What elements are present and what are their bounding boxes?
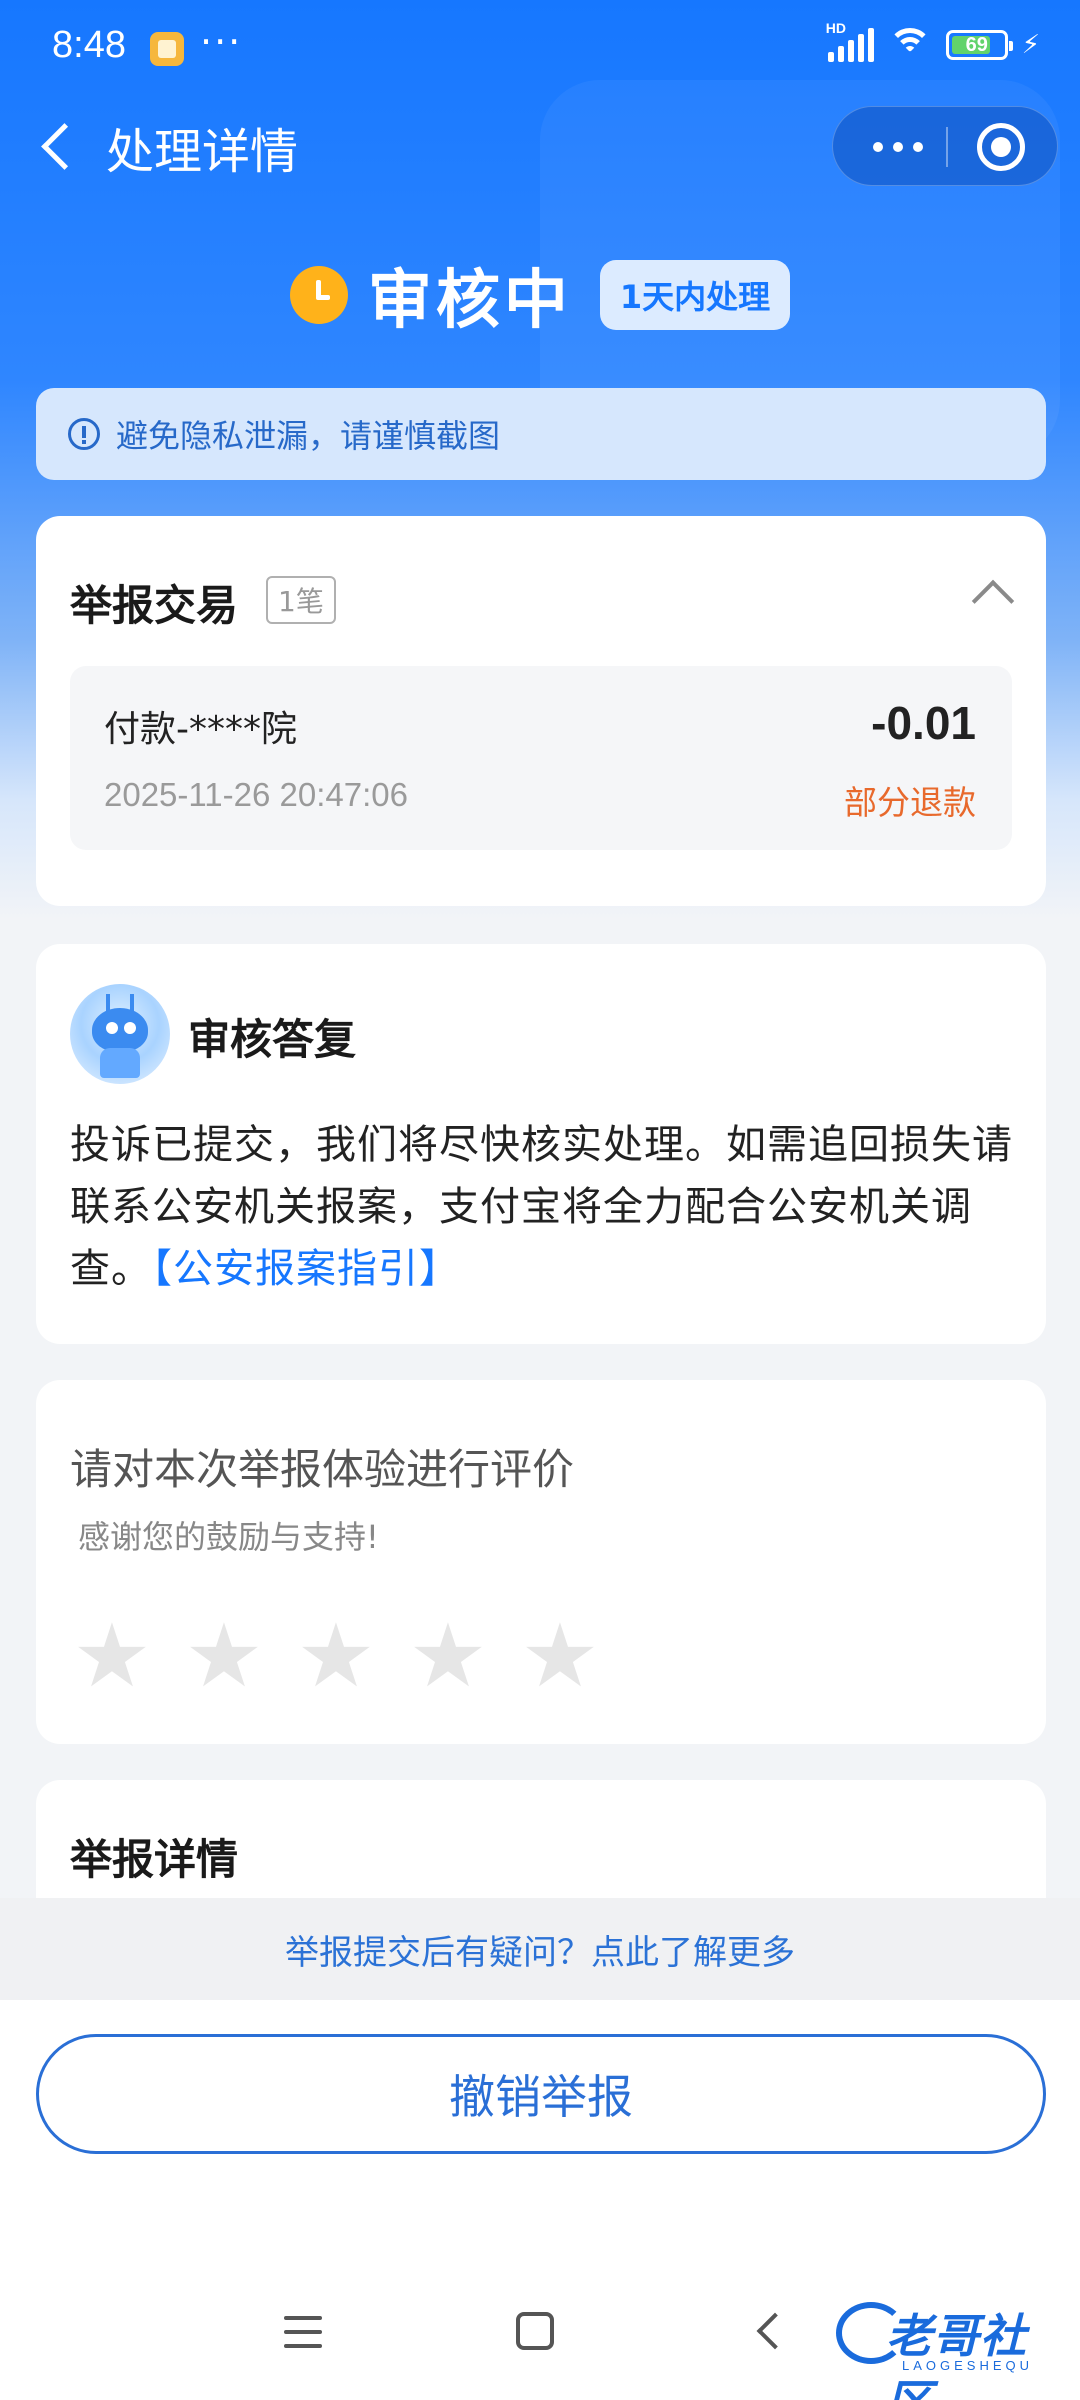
report-detail-card: 举报详情 bbox=[36, 1780, 1046, 1900]
transaction-item[interactable]: 付款-****院 -0.01 2025-11-26 20:47:06 部分退款 bbox=[70, 666, 1012, 850]
signal-icon: HD bbox=[826, 20, 874, 62]
review-reply-card: 审核答复 投诉已提交，我们将尽快核实处理。如需追回损失请联系公安机关报案，支付宝… bbox=[36, 944, 1046, 1344]
gallery-notification-icon bbox=[150, 32, 184, 66]
recent-apps-icon[interactable] bbox=[284, 2316, 322, 2348]
clock-icon bbox=[289, 266, 348, 324]
transaction-status: 部分退款 bbox=[844, 783, 976, 822]
transaction-card-title: 举报交易 bbox=[70, 581, 239, 630]
watermark-text: 老哥社区 bbox=[886, 2309, 1027, 2400]
privacy-notice-text: 避免隐私泄漏，请谨慎截图 bbox=[116, 417, 501, 455]
close-mini-program-button[interactable] bbox=[977, 123, 1025, 171]
cancel-report-button[interactable]: 撤销举报 bbox=[36, 2034, 1046, 2154]
reply-title: 审核答复 bbox=[188, 1015, 357, 1064]
status-time: 8:48 bbox=[52, 24, 126, 66]
privacy-notice: 避免隐私泄漏，请谨慎截图 bbox=[36, 388, 1046, 480]
review-status: 审核中 bbox=[367, 264, 572, 338]
back-button[interactable] bbox=[36, 116, 76, 176]
status-bar: 8:48 ··· HD 69 ⚡ bbox=[0, 0, 1080, 96]
rating-card: 请对本次举报体验进行评价 感谢您的鼓励与支持! ★ ★ ★ ★ ★ bbox=[36, 1380, 1046, 1744]
system-back-icon[interactable] bbox=[756, 2312, 794, 2350]
star-rating: ★ ★ ★ ★ ★ bbox=[72, 1612, 600, 1700]
transaction-name: 付款-****院 bbox=[104, 709, 297, 750]
battery-icon: 69 bbox=[945, 30, 1013, 60]
chevron-up-icon[interactable] bbox=[971, 579, 1015, 623]
star-icon-4[interactable]: ★ bbox=[408, 1612, 488, 1700]
status-indicators: HD 69 ⚡ bbox=[826, 20, 1040, 62]
rating-subtitle: 感谢您的鼓励与支持! bbox=[78, 1518, 379, 1556]
charging-icon: ⚡ bbox=[1021, 30, 1040, 60]
more-notifications-icon: ··· bbox=[200, 20, 243, 64]
assistant-avatar bbox=[70, 984, 170, 1084]
transaction-time: 2025-11-26 20:47:06 bbox=[104, 776, 408, 813]
star-icon-1[interactable]: ★ bbox=[72, 1612, 152, 1700]
star-icon-2[interactable]: ★ bbox=[184, 1612, 264, 1700]
page-title: 处理详情 bbox=[106, 124, 299, 180]
reported-transaction-card: 举报交易 1笔 付款-****院 -0.01 2025-11-26 20:47:… bbox=[36, 516, 1046, 906]
info-icon bbox=[68, 418, 100, 450]
processing-time-badge: 1天内处理 bbox=[599, 260, 791, 330]
site-watermark-logo: 老哥社区 LAOGESHEQU bbox=[836, 2296, 1068, 2400]
help-link[interactable]: 举报提交后有疑问？点此了解更多 bbox=[0, 1898, 1080, 2000]
battery-level: 69 bbox=[965, 33, 988, 56]
more-button[interactable] bbox=[853, 107, 943, 187]
star-icon-5[interactable]: ★ bbox=[520, 1612, 600, 1700]
watermark-subtext: LAOGESHEQU bbox=[902, 2358, 1034, 2373]
wifi-icon bbox=[887, 28, 932, 62]
mini-program-capsule bbox=[832, 106, 1058, 186]
network-type: HD bbox=[825, 20, 846, 36]
transaction-amount: -0.01 bbox=[871, 697, 976, 749]
transaction-count-badge: 1笔 bbox=[266, 576, 336, 624]
capsule-divider bbox=[946, 127, 948, 167]
home-icon[interactable] bbox=[516, 2312, 554, 2350]
review-status-header: 审核中 1天内处理 bbox=[0, 250, 1080, 340]
police-report-guide-link[interactable]: 【公安报案指引】 bbox=[152, 1246, 460, 1292]
detail-card-title: 举报详情 bbox=[70, 1835, 239, 1884]
rating-title: 请对本次举报体验进行评价 bbox=[70, 1445, 575, 1494]
star-icon-3[interactable]: ★ bbox=[296, 1612, 376, 1700]
reply-message: 投诉已提交，我们将尽快核实处理。如需追回损失请联系公安机关报案，支付宝将全力配合… bbox=[70, 1114, 1020, 1300]
